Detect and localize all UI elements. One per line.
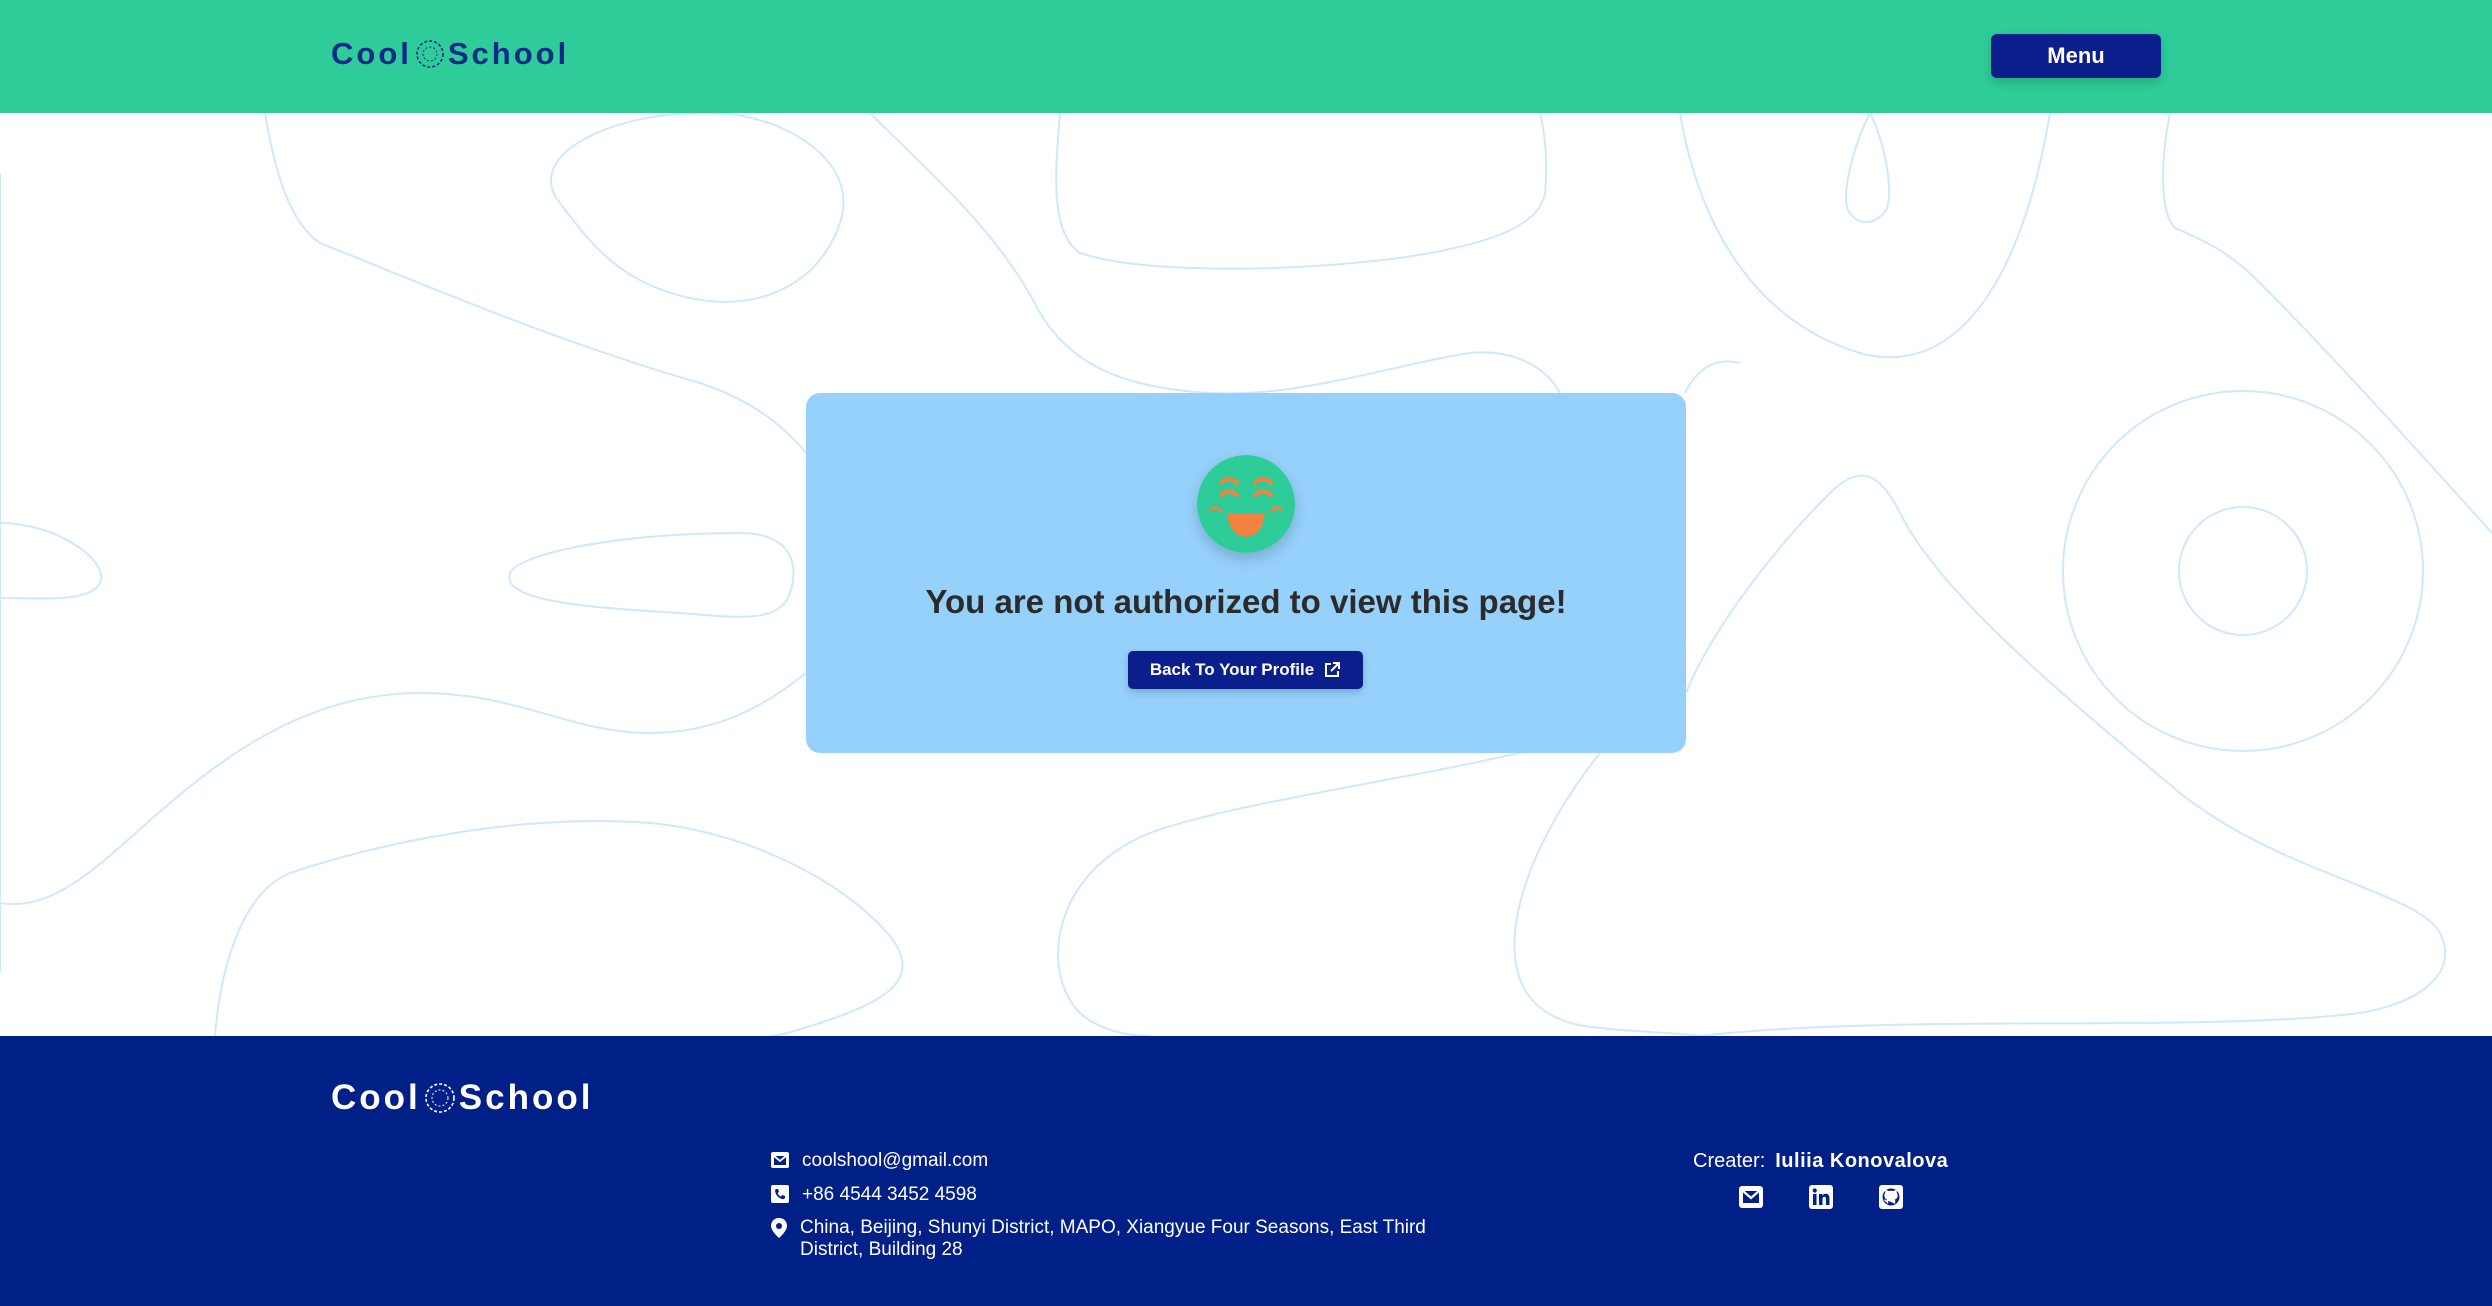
envelope-icon — [1739, 1186, 1763, 1208]
logo-text-school: School — [447, 36, 570, 71]
footer-phone[interactable]: +86 4544 3452 4598 — [770, 1184, 977, 1206]
footer-logo-text-cool: Cool — [331, 1078, 421, 1117]
social-linkedin-link[interactable] — [1807, 1183, 1835, 1211]
social-github-link[interactable] — [1877, 1183, 1905, 1211]
site-footer: Cool School coolshool@gmail.com +86 4544… — [0, 1036, 2492, 1306]
site-header: Cool School Menu — [0, 0, 2492, 113]
github-icon — [1879, 1185, 1903, 1209]
footer-email-text: coolshool@gmail.com — [802, 1150, 989, 1171]
logo-globe-icon — [416, 40, 444, 68]
footer-address: China, Beijing, Shunyi District, MAPO, X… — [770, 1217, 1470, 1261]
unauthorized-message: You are not authorized to view this page… — [925, 583, 1567, 620]
unauthorized-card: You are not authorized to view this page… — [806, 393, 1686, 753]
phone-icon — [771, 1185, 789, 1203]
external-link-icon — [1325, 662, 1341, 677]
footer-email[interactable]: coolshool@gmail.com — [770, 1150, 988, 1172]
envelope-icon — [771, 1152, 789, 1168]
footer-creator: Creater: Iuliia Konovalova — [1693, 1150, 1948, 1173]
logo-globe-icon — [424, 1083, 455, 1113]
creator-label: Creater: — [1693, 1150, 1766, 1172]
footer-logo-text-school: School — [458, 1078, 594, 1117]
linkedin-icon — [1809, 1185, 1833, 1209]
creator-name: Iuliia Konovalova — [1775, 1150, 1949, 1172]
footer-address-line1: China, Beijing, Shunyi District, MAPO, X… — [800, 1217, 1426, 1238]
back-to-profile-button[interactable]: Back To Your Profile — [1128, 651, 1363, 689]
footer-social-links — [1737, 1183, 1905, 1211]
social-email-link[interactable] — [1737, 1183, 1765, 1211]
footer-logo[interactable]: Cool School — [331, 1078, 593, 1118]
back-to-profile-label: Back To Your Profile — [1149, 660, 1315, 679]
grinning-face-icon — [1197, 455, 1295, 553]
footer-phone-text: +86 4544 3452 4598 — [802, 1184, 977, 1205]
location-pin-icon — [771, 1218, 787, 1238]
header-logo[interactable]: Cool School — [331, 36, 569, 72]
logo-text-cool: Cool — [331, 36, 412, 71]
menu-button[interactable]: Menu — [1991, 34, 2161, 78]
footer-address-line2: District, Building 28 — [800, 1239, 963, 1260]
